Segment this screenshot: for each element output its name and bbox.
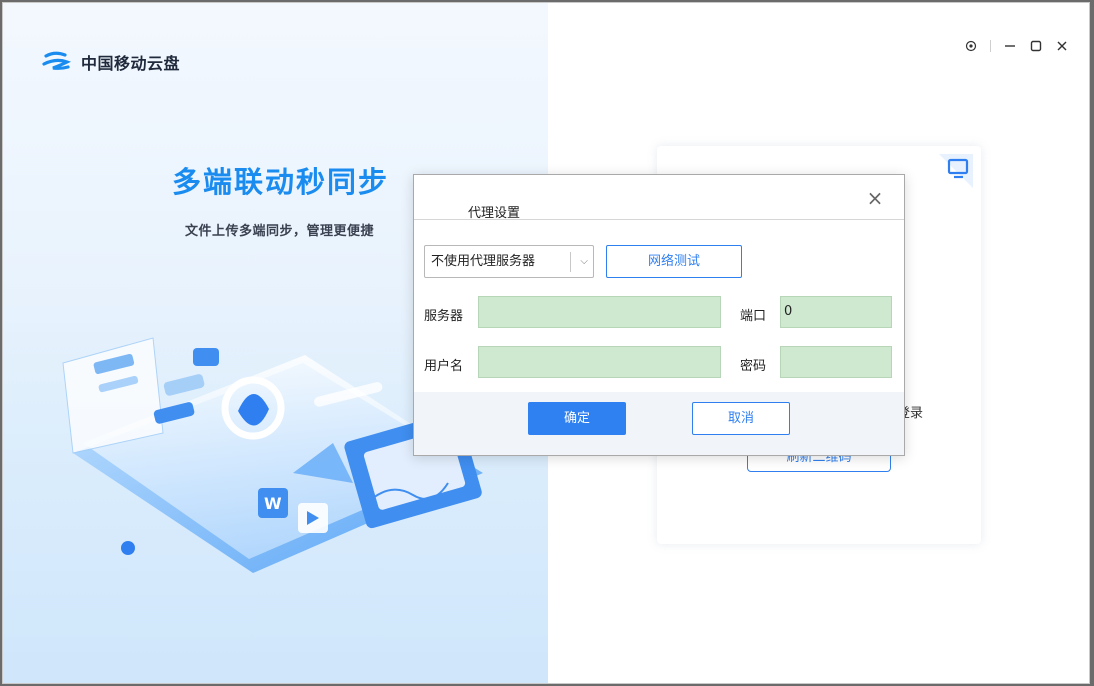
cloud-logo-icon (42, 51, 71, 70)
server-label: 服务器 (424, 309, 464, 324)
username-label: 用户名 (424, 359, 464, 374)
svg-text:W: W (264, 494, 282, 513)
dialog-divider (414, 219, 904, 220)
window-controls (964, 39, 1069, 53)
dialog-footer: 确定 取消 (414, 392, 904, 455)
monitor-icon[interactable] (939, 154, 973, 188)
settings-icon[interactable] (964, 39, 978, 53)
port-label: 端口 (740, 309, 767, 324)
password-label: 密码 (740, 359, 767, 374)
proxy-settings-dialog: 代理设置 × 不使用代理服务器 ⌵ 网络测试 服务器 端口 0 用户名 密码 确… (413, 174, 905, 456)
maximize-icon[interactable] (1029, 39, 1043, 53)
dialog-close-icon[interactable]: × (864, 187, 886, 209)
proxy-type-select[interactable]: 不使用代理服务器 ⌵ (424, 245, 594, 278)
chevron-down-icon[interactable]: ⌵ (580, 246, 588, 277)
server-input[interactable] (478, 296, 721, 328)
close-icon[interactable] (1055, 39, 1069, 53)
password-input[interactable] (780, 346, 892, 378)
cancel-button[interactable]: 取消 (692, 402, 790, 435)
port-input[interactable]: 0 (780, 296, 892, 328)
app-window: 中国移动云盘 多端联动秒同步 文件上传多端同步，管理更便捷 W 登录 刷新二维码… (2, 2, 1090, 684)
minimize-icon[interactable] (1003, 39, 1017, 53)
username-input[interactable] (478, 346, 721, 378)
app-logo: 中国移动云盘 (41, 47, 180, 77)
app-name: 中国移动云盘 (81, 54, 181, 73)
ok-button[interactable]: 确定 (528, 402, 626, 435)
network-test-button[interactable]: 网络测试 (606, 245, 742, 278)
controls-divider (990, 40, 991, 52)
proxy-type-value: 不使用代理服务器 (431, 254, 536, 269)
select-divider (570, 252, 571, 272)
